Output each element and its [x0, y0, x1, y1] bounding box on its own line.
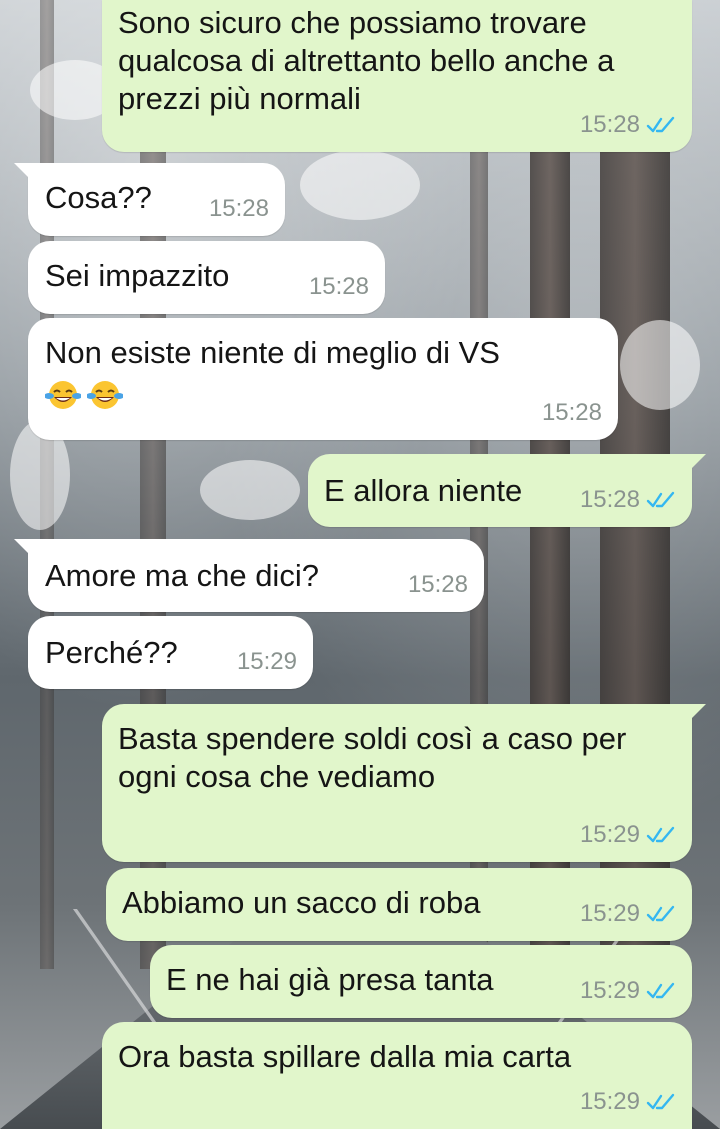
- message-time: 15:28: [579, 486, 640, 513]
- message-bubble-outgoing[interactable]: E allora niente 15:28: [308, 454, 706, 527]
- message-time: 15:29: [579, 821, 640, 848]
- message-meta: 15:29: [580, 972, 676, 1010]
- message-meta: 15:29: [580, 1083, 676, 1121]
- message-bubble-incoming[interactable]: Amore ma che dici? 15:28: [14, 539, 484, 612]
- message-meta: 15:28: [580, 106, 676, 144]
- wallpaper-snow: [200, 460, 300, 520]
- message-bubble-outgoing[interactable]: Ora basta spillare dalla mia carta 15:29: [102, 1022, 692, 1129]
- emoji-row: [45, 374, 604, 412]
- message-text: Non esiste niente di meglio di VS: [45, 335, 500, 370]
- wallpaper-snow: [620, 320, 700, 410]
- double-check-read-icon: [646, 116, 675, 133]
- message-time: 15:28: [208, 195, 269, 222]
- message-time: 15:28: [541, 399, 602, 426]
- message-meta: 15:29: [237, 643, 297, 681]
- message-time: 15:29: [236, 648, 297, 675]
- message-meta: 15:28: [542, 394, 602, 432]
- message-text: Sono sicuro che possiamo trovare qualcos…: [118, 5, 615, 116]
- face-with-tears-of-joy-icon: [45, 380, 81, 409]
- message-bubble-outgoing[interactable]: Sono sicuro che possiamo trovare qualcos…: [102, 0, 692, 152]
- message-time: 15:29: [579, 977, 640, 1004]
- message-meta: 15:28: [580, 481, 676, 519]
- face-with-tears-of-joy-icon: [87, 380, 123, 409]
- message-bubble-outgoing[interactable]: Basta spendere soldi così a caso per ogn…: [102, 704, 706, 862]
- double-check-read-icon: [646, 905, 675, 922]
- message-meta: 15:28: [408, 566, 468, 604]
- message-time: 15:28: [579, 111, 640, 138]
- message-meta: 15:29: [580, 816, 676, 854]
- message-time: 15:29: [579, 1088, 640, 1115]
- double-check-read-icon: [646, 826, 675, 843]
- message-meta: 15:28: [209, 190, 269, 228]
- message-text: Ora basta spillare dalla mia carta: [118, 1039, 572, 1074]
- message-time: 15:29: [579, 900, 640, 927]
- wallpaper-snow: [300, 150, 420, 220]
- double-check-read-icon: [646, 491, 675, 508]
- double-check-read-icon: [646, 1093, 675, 1110]
- message-meta: 15:29: [580, 895, 676, 933]
- message-text: Amore ma che dici?: [45, 558, 319, 593]
- message-bubble-incoming[interactable]: Cosa?? 15:28: [14, 163, 285, 236]
- message-bubble-incoming[interactable]: Sei impazzito 15:28: [28, 241, 385, 314]
- message-bubble-outgoing[interactable]: E ne hai già presa tanta 15:29: [150, 945, 692, 1018]
- message-bubble-incoming[interactable]: Non esiste niente di meglio di VS 15:28: [28, 318, 618, 440]
- message-text: Basta spendere soldi così a caso per ogn…: [118, 721, 627, 794]
- message-bubble-incoming[interactable]: Perché?? 15:29: [28, 616, 313, 689]
- message-time: 15:28: [308, 273, 369, 300]
- double-check-read-icon: [646, 982, 675, 999]
- message-bubble-outgoing[interactable]: Abbiamo un sacco di roba 15:29: [106, 868, 692, 941]
- message-meta: 15:28: [309, 268, 369, 306]
- message-time: 15:28: [407, 571, 468, 598]
